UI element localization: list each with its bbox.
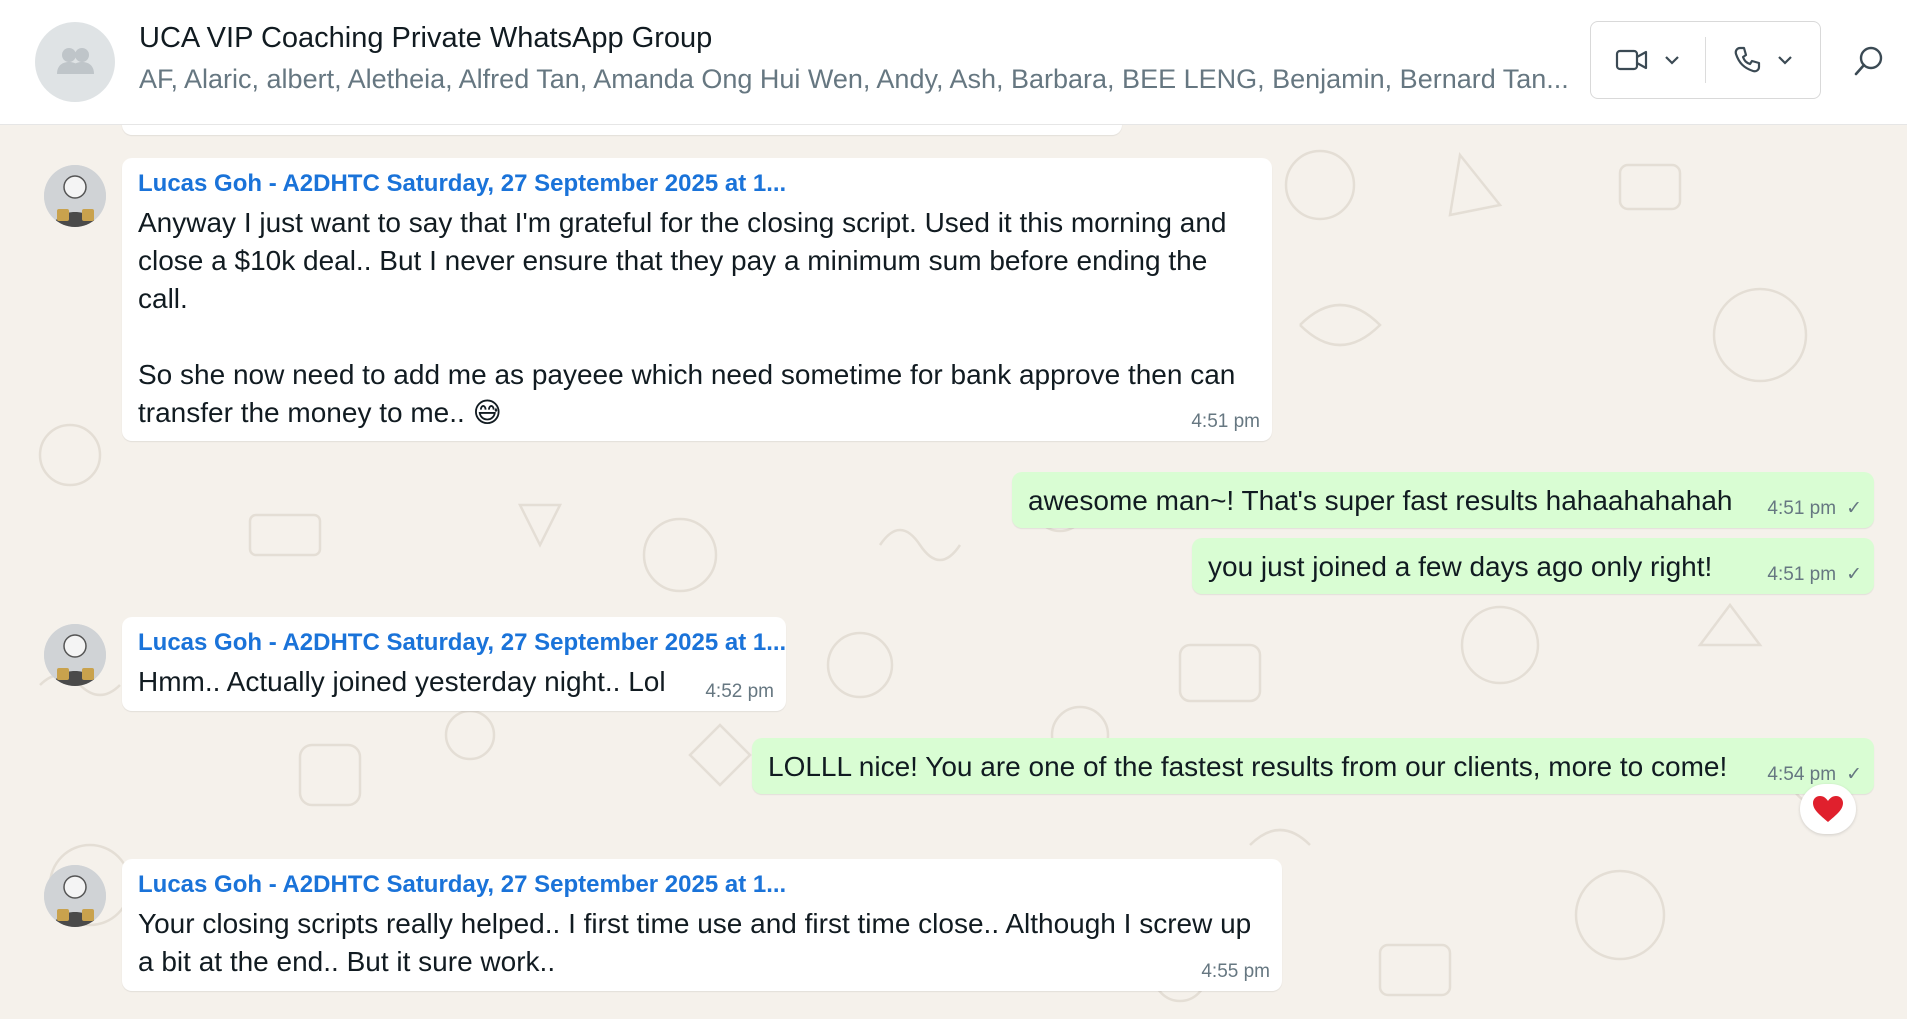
user-avatar-icon [44,865,106,927]
message-list[interactable]: Lucas Goh - A2DHTC Saturday, 27 Septembe… [0,125,1907,1019]
message-text: Your closing scripts really helped.. I f… [138,908,1260,977]
message-bubble[interactable]: Lucas Goh - A2DHTC Saturday, 27 Septembe… [122,158,1272,441]
chevron-down-icon [1665,56,1679,65]
sender-name[interactable]: Lucas Goh - A2DHTC Saturday, 27 Septembe… [138,871,1266,899]
video-camera-icon [1615,49,1648,71]
sender-name[interactable]: Lucas Goh - A2DHTC Saturday, 27 Septembe… [138,170,1256,198]
group-title[interactable]: UCA VIP Coaching Private WhatsApp Group [139,22,712,55]
avatar[interactable] [44,165,106,227]
message-bubble[interactable]: Lucas Goh - A2DHTC Saturday, 27 Septembe… [122,617,786,711]
video-call-button[interactable] [1591,22,1705,98]
message-text: Anyway I just want to say that I'm grate… [138,207,1236,428]
call-controls [1590,21,1821,99]
message-bubble[interactable]: Lucas Goh - A2DHTC Saturday, 27 Septembe… [122,859,1282,991]
message-text: you just joined a few days ago only righ… [1208,551,1713,582]
message-time: 4:51 pm ✓ [1767,563,1862,586]
search-icon [1854,46,1883,76]
message-time-label: 4:54 pm [1767,764,1837,785]
message-text: LOLLL nice! You are one of the fastest r… [768,751,1728,782]
user-avatar-icon [44,624,106,686]
message-reaction[interactable] [1800,784,1856,834]
message-bubble[interactable]: LOLLL nice! You are one of the fastest r… [752,738,1874,794]
message-time-label: 4:51 pm [1767,564,1837,585]
phone-icon [1734,46,1761,73]
sender-name[interactable]: Lucas Goh - A2DHTC Saturday, 27 Septembe… [138,629,786,657]
user-avatar-icon [44,165,106,227]
previous-message-bubble [122,125,1122,135]
avatar[interactable] [44,624,106,686]
message-text: Hmm.. Actually joined yesterday night.. … [138,666,666,697]
chat-header: UCA VIP Coaching Private WhatsApp Group … [0,0,1907,125]
group-avatar[interactable] [35,22,115,102]
message-time: 4:54 pm ✓ [1767,763,1862,786]
chevron-down-icon [1778,56,1792,65]
message-bubble[interactable]: you just joined a few days ago only righ… [1192,538,1874,594]
sent-check-icon: ✓ [1846,564,1862,585]
group-members-list[interactable]: AF, Alaric, albert, Aletheia, Alfred Tan… [139,64,1569,95]
voice-call-button[interactable] [1706,22,1820,98]
search-button[interactable] [1852,44,1886,78]
message-time: 4:51 pm ✓ [1767,497,1862,520]
sent-check-icon: ✓ [1846,764,1862,785]
sent-check-icon: ✓ [1846,498,1862,519]
avatar[interactable] [44,865,106,927]
message-bubble[interactable]: awesome man~! That's super fast results … [1012,472,1874,528]
message-text: awesome man~! That's super fast results … [1028,485,1733,516]
message-time: 4:52 pm [705,681,774,702]
message-time-label: 4:51 pm [1767,498,1837,519]
group-icon [57,48,94,74]
heart-icon [1813,796,1843,822]
message-time: 4:51 pm [1191,411,1260,432]
message-time: 4:55 pm [1201,961,1270,982]
